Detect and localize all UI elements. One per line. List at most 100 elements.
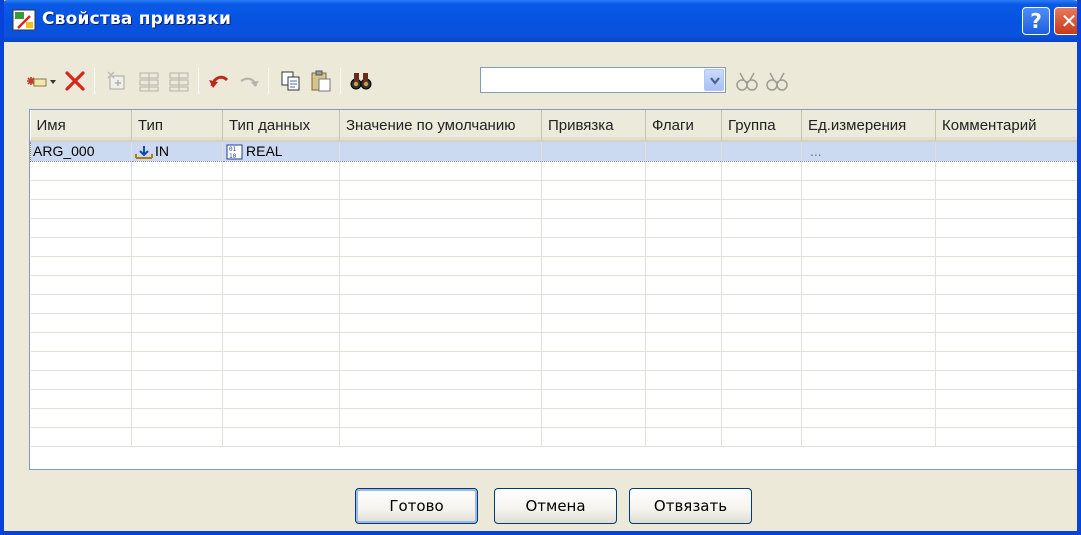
unbind-button[interactable]: Отвязать xyxy=(629,488,752,524)
empty-cell[interactable] xyxy=(131,389,223,409)
properties-grid[interactable]: Имя Тип Тип данных Значение по умолчанию… xyxy=(29,109,1077,470)
empty-cell[interactable] xyxy=(935,332,1077,352)
column-header-comment[interactable]: Комментарий xyxy=(935,110,1077,142)
empty-table-row[interactable] xyxy=(30,294,1077,314)
empty-cell[interactable] xyxy=(222,351,340,371)
empty-cell[interactable] xyxy=(801,161,936,181)
empty-cell[interactable] xyxy=(131,161,223,181)
empty-cell[interactable] xyxy=(30,218,132,238)
column-header-default[interactable]: Значение по умолчанию xyxy=(339,110,542,142)
empty-cell[interactable] xyxy=(131,332,223,352)
empty-cell[interactable] xyxy=(339,389,542,409)
empty-table-row[interactable] xyxy=(30,427,1077,447)
insert-icon[interactable] xyxy=(104,68,130,94)
table-row[interactable]: ARG_000 IN 01 10 REAL ... xyxy=(30,141,1077,162)
empty-cell[interactable] xyxy=(339,161,542,181)
cell-datatype[interactable]: 01 10 REAL xyxy=(222,141,340,162)
empty-cell[interactable] xyxy=(801,180,936,200)
empty-cell[interactable] xyxy=(30,370,132,390)
empty-cell[interactable] xyxy=(645,389,722,409)
title-bar[interactable]: Свойства привязки ? ✕ xyxy=(4,0,1077,42)
empty-cell[interactable] xyxy=(721,275,802,295)
empty-cell[interactable] xyxy=(131,275,223,295)
empty-cell[interactable] xyxy=(721,313,802,333)
help-button[interactable]: ? xyxy=(1022,7,1050,35)
empty-cell[interactable] xyxy=(645,313,722,333)
empty-cell[interactable] xyxy=(222,161,340,181)
empty-cell[interactable] xyxy=(541,237,646,257)
empty-cell[interactable] xyxy=(222,370,340,390)
empty-cell[interactable] xyxy=(801,237,936,257)
cell-unit[interactable]: ... xyxy=(801,141,936,162)
empty-cell[interactable] xyxy=(30,313,132,333)
empty-table-row[interactable] xyxy=(30,256,1077,276)
empty-cell[interactable] xyxy=(721,370,802,390)
empty-cell[interactable] xyxy=(222,389,340,409)
empty-cell[interactable] xyxy=(645,351,722,371)
empty-cell[interactable] xyxy=(935,313,1077,333)
empty-cell[interactable] xyxy=(222,256,340,276)
empty-cell[interactable] xyxy=(131,427,223,447)
empty-table-row[interactable] xyxy=(30,351,1077,371)
column-header-group[interactable]: Группа xyxy=(721,110,802,142)
empty-cell[interactable] xyxy=(30,294,132,314)
empty-cell[interactable] xyxy=(541,294,646,314)
empty-cell[interactable] xyxy=(131,237,223,257)
empty-cell[interactable] xyxy=(935,427,1077,447)
empty-cell[interactable] xyxy=(801,218,936,238)
empty-cell[interactable] xyxy=(935,389,1077,409)
empty-cell[interactable] xyxy=(801,408,936,428)
empty-cell[interactable] xyxy=(801,332,936,352)
empty-cell[interactable] xyxy=(222,313,340,333)
empty-cell[interactable] xyxy=(339,256,542,276)
empty-cell[interactable] xyxy=(801,313,936,333)
empty-table-row[interactable] xyxy=(30,408,1077,428)
empty-cell[interactable] xyxy=(935,370,1077,390)
empty-cell[interactable] xyxy=(131,408,223,428)
empty-cell[interactable] xyxy=(339,427,542,447)
empty-cell[interactable] xyxy=(801,427,936,447)
empty-cell[interactable] xyxy=(935,161,1077,181)
empty-cell[interactable] xyxy=(30,275,132,295)
empty-cell[interactable] xyxy=(541,313,646,333)
empty-table-row[interactable] xyxy=(30,161,1077,181)
empty-cell[interactable] xyxy=(541,199,646,219)
cell-comment[interactable] xyxy=(935,141,1077,162)
empty-cell[interactable] xyxy=(645,237,722,257)
empty-cell[interactable] xyxy=(721,161,802,181)
empty-cell[interactable] xyxy=(935,256,1077,276)
empty-cell[interactable] xyxy=(131,199,223,219)
empty-cell[interactable] xyxy=(645,370,722,390)
empty-table-row[interactable] xyxy=(30,313,1077,333)
empty-cell[interactable] xyxy=(935,351,1077,371)
empty-cell[interactable] xyxy=(935,237,1077,257)
empty-cell[interactable] xyxy=(935,218,1077,238)
empty-cell[interactable] xyxy=(645,427,722,447)
empty-cell[interactable] xyxy=(131,370,223,390)
empty-cell[interactable] xyxy=(935,199,1077,219)
empty-cell[interactable] xyxy=(222,237,340,257)
column-header-type[interactable]: Тип xyxy=(131,110,223,142)
search-combobox[interactable] xyxy=(480,67,726,93)
empty-cell[interactable] xyxy=(339,313,542,333)
empty-cell[interactable] xyxy=(30,427,132,447)
paste-icon[interactable] xyxy=(308,68,334,94)
redo-icon[interactable] xyxy=(236,68,262,94)
empty-cell[interactable] xyxy=(30,332,132,352)
empty-cell[interactable] xyxy=(541,161,646,181)
add-dropdown-icon[interactable] xyxy=(24,68,58,94)
empty-cell[interactable] xyxy=(645,218,722,238)
delete-icon[interactable] xyxy=(62,68,88,94)
empty-cell[interactable] xyxy=(131,180,223,200)
unit-ellipsis[interactable]: ... xyxy=(804,143,822,159)
empty-cell[interactable] xyxy=(339,237,542,257)
cell-flags[interactable] xyxy=(645,141,722,162)
empty-table-row[interactable] xyxy=(30,199,1077,219)
cell-name[interactable]: ARG_000 xyxy=(30,141,132,162)
empty-cell[interactable] xyxy=(131,256,223,276)
empty-cell[interactable] xyxy=(30,237,132,257)
cell-binding[interactable] xyxy=(541,141,646,162)
empty-cell[interactable] xyxy=(721,351,802,371)
empty-cell[interactable] xyxy=(645,256,722,276)
empty-cell[interactable] xyxy=(541,332,646,352)
